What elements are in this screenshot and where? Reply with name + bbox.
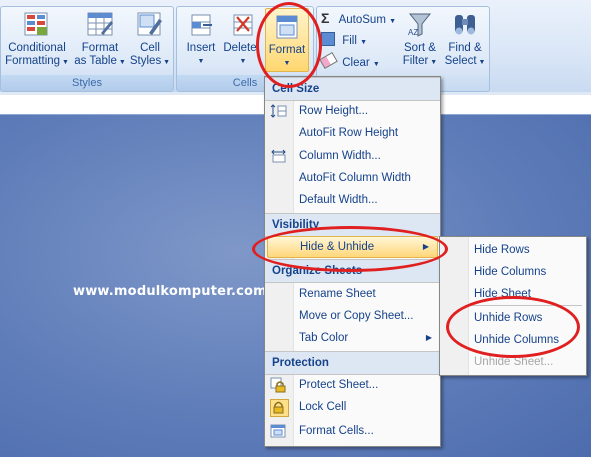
annotation-circle-hide-unhide	[252, 226, 448, 272]
styles-group-label: Styles	[1, 75, 173, 91]
autosum-label: AutoSum	[338, 14, 386, 26]
clear-label: Clear	[342, 57, 370, 69]
cell-styles-button[interactable]: Cell Styles ▼	[128, 11, 172, 69]
chevron-down-icon: ▼	[428, 59, 438, 66]
format-as-table-label-1: Format	[81, 42, 119, 54]
tab-color-label: Tab Color	[299, 332, 349, 344]
column-width-icon	[270, 148, 287, 164]
sort-filter-button[interactable]: AZ Sort & Filter ▼	[399, 11, 441, 69]
autofit-column-width-item[interactable]: AutoFit Column Width	[265, 167, 440, 189]
move-copy-sheet-label: Move or Copy Sheet...	[299, 310, 414, 322]
lock-icon	[270, 399, 289, 417]
chevron-down-icon: ▼	[60, 59, 69, 66]
format-cells-icon	[270, 423, 287, 439]
fill-down-icon	[321, 32, 335, 46]
default-width-item[interactable]: Default Width...	[265, 189, 440, 211]
rename-sheet-label: Rename Sheet	[299, 288, 376, 300]
protect-sheet-item[interactable]: Protect Sheet...	[265, 374, 440, 396]
clear-button[interactable]: Clear ▼	[319, 51, 380, 72]
sort-filter-label-1: Sort &	[404, 42, 436, 54]
conditional-formatting-button[interactable]: Conditional Formatting ▼	[4, 11, 70, 69]
annotation-circle-format	[256, 2, 322, 88]
autofit-row-height-label: AutoFit Row Height	[299, 127, 399, 139]
insert-cells-icon	[188, 11, 214, 39]
format-cells-label: Format Cells...	[299, 425, 374, 437]
insert-label: Insert	[186, 42, 216, 54]
format-as-table-button[interactable]: Format as Table ▼	[73, 11, 127, 69]
row-height-item[interactable]: Row Height...	[265, 100, 440, 122]
format-cells-item[interactable]: Format Cells...	[265, 420, 440, 442]
protection-header: Protection	[265, 351, 440, 375]
chevron-down-icon: ▼	[476, 59, 486, 66]
fill-button[interactable]: Fill ▼	[321, 32, 367, 50]
rename-sheet-item[interactable]: Rename Sheet	[265, 283, 440, 305]
svg-text:AZ: AZ	[408, 28, 418, 37]
chevron-down-icon: ▼	[389, 18, 397, 25]
find-select-button[interactable]: Find & Select ▼	[443, 11, 487, 69]
lock-sheet-icon	[270, 377, 287, 393]
delete-label: Delete	[223, 42, 257, 54]
watermark-text: www.modulkomputer.com	[73, 284, 267, 299]
sigma-icon: Σ	[321, 10, 330, 26]
hide-rows-item[interactable]: Hide Rows	[440, 239, 586, 261]
move-copy-sheet-item[interactable]: Move or Copy Sheet...	[265, 305, 440, 327]
format-as-table-icon	[87, 11, 113, 39]
insert-button[interactable]: Insert ▼	[181, 11, 221, 68]
sort-filter-label-2: Filter	[402, 55, 429, 67]
chevron-down-icon: ▼	[372, 61, 380, 68]
annotation-circle-unhide	[446, 296, 580, 358]
chevron-down-icon: ▼	[161, 59, 171, 66]
binoculars-icon	[452, 11, 478, 39]
format-as-table-label-2: as Table	[74, 55, 117, 67]
autofit-row-height-item[interactable]: AutoFit Row Height	[265, 122, 440, 144]
fill-label: Fill	[342, 35, 357, 47]
row-height-icon	[270, 103, 287, 119]
row-height-label: Row Height...	[299, 105, 369, 117]
funnel-icon: AZ	[407, 11, 433, 39]
conditional-formatting-label-2: Formatting	[5, 55, 61, 67]
conditional-formatting-label-1: Conditional	[8, 42, 66, 54]
hide-rows-label: Hide Rows	[474, 244, 530, 256]
autofit-column-width-label: AutoFit Column Width	[299, 172, 411, 184]
lock-cell-label: Lock Cell	[299, 401, 347, 413]
cell-styles-label-2: Styles	[129, 55, 162, 67]
column-width-label: Column Width...	[299, 150, 381, 162]
find-select-label-2: Select	[444, 55, 477, 67]
chevron-down-icon: ▼	[360, 39, 368, 46]
delete-cells-icon	[230, 11, 256, 39]
cell-styles-label-1: Cell	[140, 42, 160, 54]
autosum-button[interactable]: Σ AutoSum ▼	[321, 9, 396, 27]
tab-color-item[interactable]: Tab Color ▶	[265, 327, 440, 349]
find-select-label-1: Find &	[448, 42, 482, 54]
conditional-formatting-icon	[24, 11, 50, 39]
styles-group: Conditional Formatting ▼ Format as Table…	[0, 6, 174, 92]
hide-columns-item[interactable]: Hide Columns	[440, 261, 586, 283]
protect-sheet-label: Protect Sheet...	[299, 379, 379, 391]
lock-cell-item[interactable]: Lock Cell	[265, 396, 440, 418]
default-width-label: Default Width...	[299, 194, 378, 206]
eraser-icon	[319, 51, 338, 70]
cell-styles-icon	[137, 11, 163, 39]
chevron-down-icon: ▼	[116, 59, 126, 66]
hide-columns-label: Hide Columns	[474, 266, 547, 278]
column-width-item[interactable]: Column Width...	[265, 145, 440, 167]
chevron-down-icon: ▼	[197, 58, 205, 65]
submenu-arrow-icon: ▶	[425, 333, 432, 342]
